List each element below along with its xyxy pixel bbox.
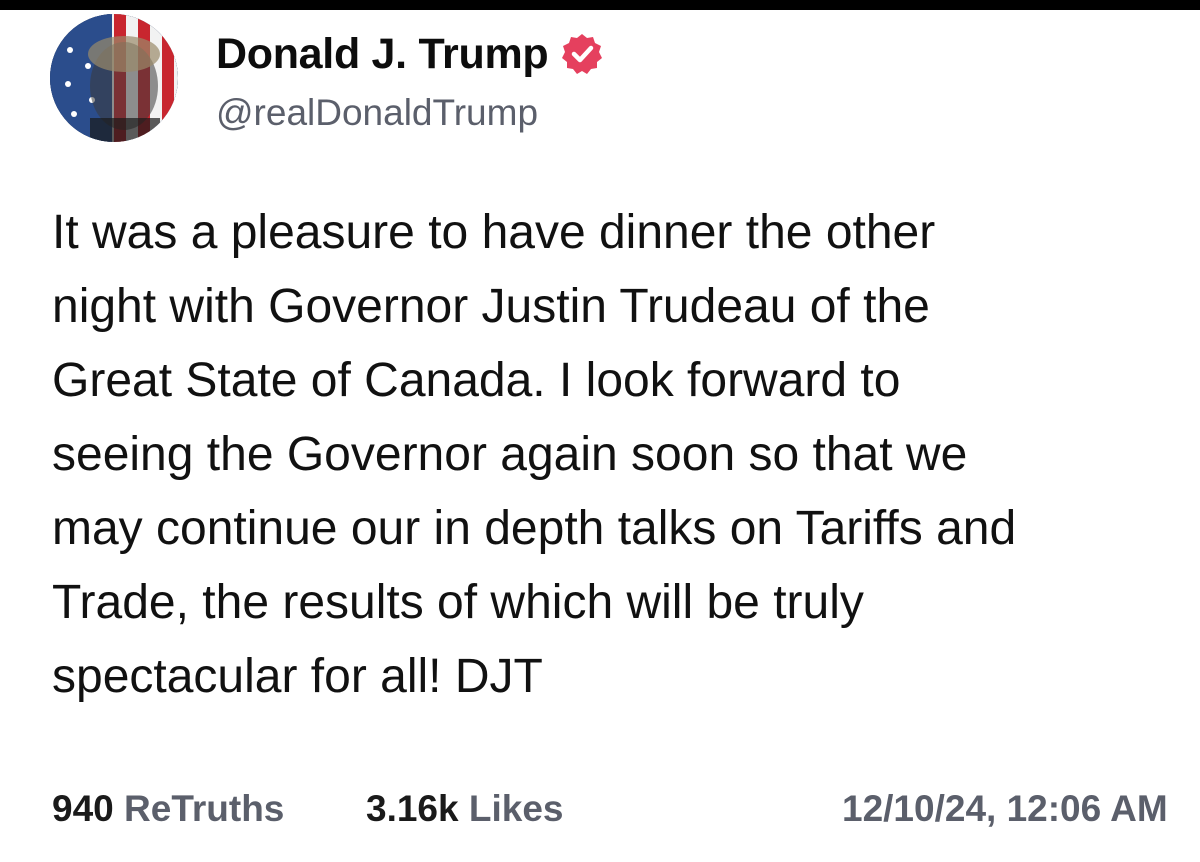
retruths-label: ReTruths: [124, 788, 285, 829]
author-row: Donald J. Trump: [216, 24, 604, 84]
post-line: night with Governor Justin Trudeau of th…: [52, 280, 930, 333]
post-body: It was a pleasure to have dinner the oth…: [52, 196, 1200, 714]
post-line: may continue our in depth talks on Tarif…: [52, 502, 1017, 555]
display-name[interactable]: Donald J. Trump: [216, 30, 549, 79]
likes-stat[interactable]: 3.16k Likes: [366, 788, 564, 830]
likes-label: Likes: [468, 788, 564, 829]
user-handle[interactable]: @realDonaldTrump: [216, 92, 538, 134]
post-timestamp[interactable]: 12/10/24, 12:06 AM: [842, 788, 1168, 830]
profile-avatar[interactable]: [50, 14, 178, 142]
retruths-count: 940: [52, 788, 114, 829]
verified-badge-icon: [560, 32, 604, 76]
retruths-stat[interactable]: 940 ReTruths: [52, 788, 284, 830]
post-footer: 940 ReTruths 3.16k Likes 12/10/24, 12:06…: [52, 788, 1200, 840]
post-line: Great State of Canada. I look forward to: [52, 354, 901, 407]
likes-count: 3.16k: [366, 788, 459, 829]
post-line: spectacular for all! DJT: [52, 650, 543, 703]
post-line: Trade, the results of which will be trul…: [52, 576, 864, 629]
post-line: It was a pleasure to have dinner the oth…: [52, 206, 936, 259]
post-line: seeing the Governor again soon so that w…: [52, 428, 968, 481]
top-edge-bar: [0, 0, 1200, 10]
avatar-image: [50, 14, 178, 142]
